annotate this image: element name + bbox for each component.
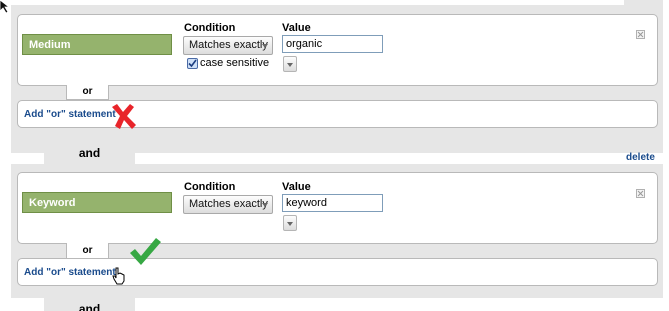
dimension-label-keyword[interactable]: Keyword — [22, 192, 172, 213]
delete-link[interactable]: delete — [626, 152, 655, 163]
chevron-down-icon — [262, 44, 268, 48]
remove-condition-icon[interactable] — [636, 189, 645, 198]
condition-select-value: Matches exactly — [189, 39, 268, 51]
add-or-statement-link[interactable]: Add "or" statement — [24, 267, 116, 278]
chevron-down-icon — [262, 203, 268, 207]
remove-condition-icon[interactable] — [636, 30, 645, 39]
and-connector: and — [44, 138, 135, 165]
value-header: Value — [282, 22, 311, 34]
condition-header: Condition — [184, 22, 236, 34]
case-sensitive-label: case sensitive — [200, 57, 270, 69]
chevron-down-icon — [287, 222, 293, 226]
extra-dropdown[interactable] — [283, 56, 297, 72]
filter-panel-1-tab — [624, 0, 663, 6]
checkmark-icon — [188, 59, 197, 68]
condition-select-value: Matches exactly — [189, 198, 268, 210]
condition-header: Condition — [184, 181, 236, 193]
dimension-label-medium[interactable]: Medium — [22, 34, 172, 55]
and-connector: and — [44, 297, 135, 311]
or-tab: or — [66, 85, 109, 100]
value-input[interactable]: keyword — [282, 194, 383, 212]
value-input[interactable]: organic — [282, 35, 383, 53]
value-header: Value — [282, 181, 311, 193]
condition-select[interactable]: Matches exactly — [183, 36, 273, 55]
condition-select[interactable]: Matches exactly — [183, 195, 273, 214]
chevron-down-icon — [287, 63, 293, 67]
case-sensitive-checkbox[interactable] — [187, 58, 198, 69]
x-mark-icon — [112, 104, 136, 129]
add-or-statement-link[interactable]: Add "or" statement — [24, 109, 116, 120]
check-mark-icon — [130, 238, 161, 265]
hand-cursor-icon — [112, 267, 125, 285]
extra-dropdown[interactable] — [283, 215, 297, 231]
or-tab: or — [66, 243, 109, 259]
